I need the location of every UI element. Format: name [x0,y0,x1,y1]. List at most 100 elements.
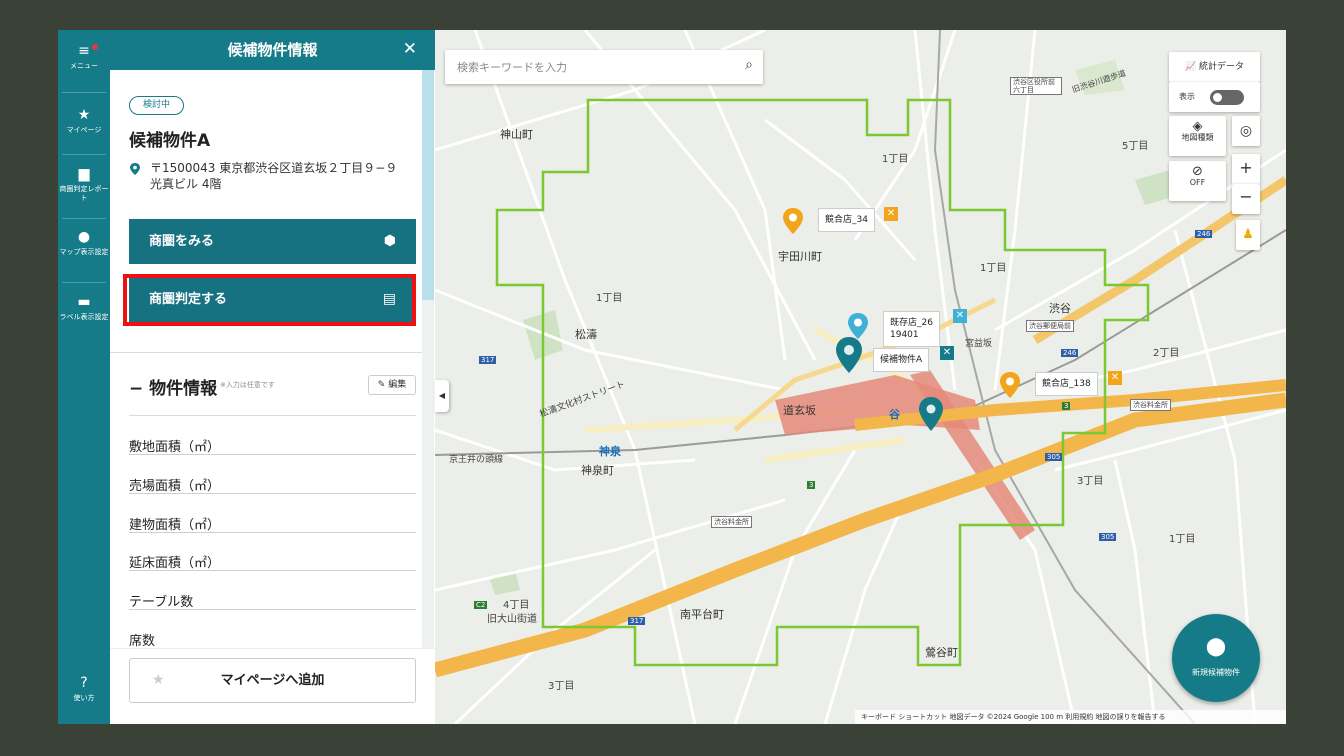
collapse-panel-button[interactable]: ◀ [435,380,449,412]
scrollbar-thumb[interactable] [422,70,434,300]
nav-map-settings-label: マップ表示設定 [59,248,109,256]
existing-store-label[interactable]: 既存店_26 19401 [883,311,940,347]
place-label: 5丁目 [1122,141,1149,152]
nav-label-settings[interactable]: ▬ ラベル表示設定 [58,295,110,322]
marker-off-button[interactable]: ⊘ OFF [1169,161,1226,201]
field-building-area-input[interactable] [129,532,416,533]
close-icon[interactable]: ✕ [884,207,898,221]
nav-map-settings[interactable]: ● マップ表示設定 [58,230,110,257]
hamburger-icon: ≡ [78,43,90,59]
competitor-label[interactable]: 競合店_34 [818,208,875,232]
view-trade-area-button[interactable]: 商圏をみる ⬢ [129,219,416,264]
add-to-mypage-button[interactable]: ★ マイページへ追加 [129,658,416,703]
nav-divider [62,154,106,155]
place-label: 3丁目 [548,681,575,692]
place-label: 1丁目 [980,263,1007,274]
station-label: 谷 [889,408,900,421]
nav-divider [62,282,106,283]
view-trade-area-label: 商圏をみる [149,234,215,249]
my-location-button[interactable]: ◎ [1232,116,1260,146]
route-shield: C2 [474,601,488,609]
place-label: 3丁目 [1077,476,1104,487]
field-site-area-input[interactable] [129,454,416,455]
candidate-label[interactable]: 候補物件A [873,348,930,372]
new-candidate-button[interactable]: ⬤ 新規候補物件 [1172,614,1260,702]
stats-display-toggle-box: 表示 [1169,82,1260,112]
map-type-button[interactable]: ◈ 地図種類 [1169,116,1226,156]
map-search-box[interactable]: ⌕ [445,50,763,84]
help-icon: ? [80,675,88,691]
place-label: 1丁目 [882,154,909,165]
pin-icon: ⬤ [1205,636,1227,657]
close-icon[interactable]: ✕ [953,309,967,323]
place-label: 道玄坂 [783,404,816,417]
field-table-count-input[interactable] [129,609,416,610]
candidate-pin-icon[interactable] [835,337,863,373]
hexagon-icon: ⬢ [383,233,396,249]
close-icon[interactable]: ✕ [940,346,954,360]
nav-help-label: 使い方 [73,694,95,702]
add-to-mypage-label: マイページへ追加 [220,673,325,688]
crosshair-icon: ◎ [1239,123,1253,139]
close-icon[interactable]: ✕ [403,39,417,59]
stats-data-button[interactable]: 📈 統計データ [1169,52,1260,82]
candidate-pin-icon[interactable] [918,397,944,431]
place-label: 鶯谷町 [925,646,958,659]
competitor-pin-icon[interactable] [783,208,803,234]
map-area[interactable]: 神山町 宇田川町 松濤 道玄坂 神泉町 南平台町 鶯谷町 渋谷 1丁目 1丁目 … [435,30,1286,724]
panel-header: 候補物件情報 ✕ [110,30,435,70]
stats-data-label: 統計データ [1199,62,1245,72]
edit-icon: ✎ [377,380,386,390]
field-table-count: テーブル数 [129,595,194,610]
place-label: 4丁目 [503,600,530,611]
property-name: 候補物件A [129,131,211,151]
route-shield: 246 [1195,230,1213,238]
off-label: OFF [1189,178,1206,187]
field-sales-floor-input[interactable] [129,493,416,494]
section-note: ※入力は任意です [220,381,275,389]
map-type-label: 地図種類 [1181,133,1214,142]
place-label: 2丁目 [1153,348,1180,359]
close-icon[interactable]: ✕ [1108,371,1122,385]
map-attribution: キーボード ショートカット 地図データ ©2024 Google 100 m 利… [855,710,1286,724]
field-total-floor-input[interactable] [129,570,416,571]
search-icon[interactable]: ⌕ [745,57,753,73]
place-label: 渋谷料金所 [711,516,752,528]
place-label: 京王井の頭線 [449,455,504,465]
nav-menu[interactable]: ≡ メニュー [58,44,110,71]
chart-icon: 📈 [1184,62,1197,72]
nav-mypage[interactable]: ★ マイページ [58,108,110,135]
nav-label-settings-label: ラベル表示設定 [59,313,109,321]
candidate-panel: 候補物件情報 ✕ 検討中 候補物件A 〒1500043 東京都渋谷区道玄坂２丁目… [110,30,435,724]
edit-button[interactable]: ✎ 編集 [368,375,416,395]
street-view-pegman-icon[interactable]: ♟ [1236,220,1260,250]
star-icon: ★ [77,107,91,123]
place-label: 1丁目 [596,293,623,304]
place-label: 旧大山街道 [487,614,537,625]
nav-help[interactable]: ? 使い方 [58,676,110,703]
zoom-out-button[interactable]: − [1232,184,1260,214]
display-toggle[interactable] [1210,90,1244,105]
app-frame: ≡ メニュー ★ マイページ ▆ 商圏判定レポート ● マップ表示設定 ▬ ラベ… [58,30,1286,724]
nav-divider [62,92,106,93]
document-icon: ▆ [78,166,90,182]
place-label: 神泉町 [581,464,614,477]
competitor-label[interactable]: 競合店_138 [1035,372,1098,396]
edit-label: 編集 [388,380,407,390]
pin-icon: ● [77,229,91,245]
side-nav: ≡ メニュー ★ マイページ ▆ 商圏判定レポート ● マップ表示設定 ▬ ラベ… [58,30,110,724]
existing-store-pin-icon[interactable] [848,313,868,339]
field-total-floor-area: 延床面積（㎡） [129,556,221,571]
existing-store-name: 既存店_26 [890,318,933,328]
status-badge: 検討中 [129,96,184,115]
competitor-pin-icon[interactable] [1000,372,1020,398]
route-shield: 3 [807,481,816,489]
nav-report[interactable]: ▆ 商圏判定レポート [58,167,110,203]
existing-store-code: 19401 [890,330,919,340]
search-input[interactable] [457,58,727,76]
zoom-in-button[interactable]: + [1232,154,1260,184]
station-label: 神泉 [599,445,621,458]
divider [129,415,416,416]
place-label: 渋谷区役所前 六丁目 [1010,77,1062,95]
property-address: 〒1500043 東京都渋谷区道玄坂２丁目９−９ 光真ビル 4階 [150,161,398,191]
